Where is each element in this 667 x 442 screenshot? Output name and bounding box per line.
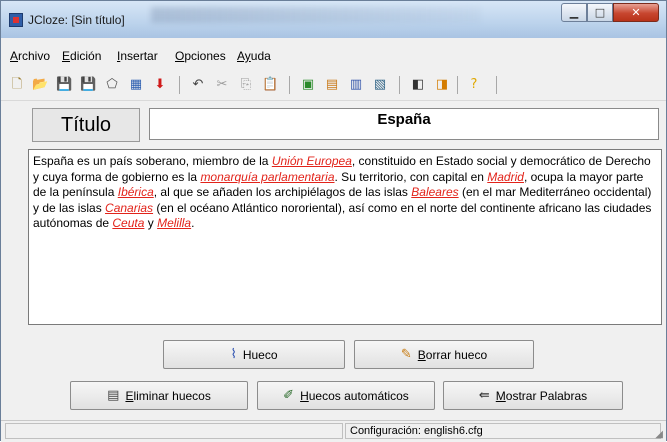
gap-marker-icon: ⌇ bbox=[230, 347, 237, 362]
copy-icon[interactable]: ⎘ bbox=[238, 77, 254, 93]
eraser-pen-icon: ✎ bbox=[400, 347, 412, 362]
tile-windows-icon[interactable]: ◧ bbox=[410, 77, 426, 93]
text-segment: . bbox=[191, 216, 195, 230]
eraser-icon[interactable]: ⬠ bbox=[104, 77, 120, 93]
gap-word[interactable]: Ceuta bbox=[112, 216, 144, 230]
delete-gap-label: Borrar hueco bbox=[417, 347, 488, 362]
text-segment: y bbox=[144, 216, 158, 230]
gap-word[interactable]: Madrid bbox=[487, 170, 524, 184]
gap-grid-icon[interactable]: ▦ bbox=[128, 77, 144, 93]
text-segment: España es un país soberano, miembro de l… bbox=[33, 154, 272, 168]
resize-grip-icon[interactable]: ◢ bbox=[655, 429, 663, 440]
title-bar-background bbox=[151, 7, 481, 23]
save-as-icon[interactable]: 💾 bbox=[80, 77, 96, 93]
toolbar-separator bbox=[289, 76, 290, 94]
gap-word[interactable]: Baleares bbox=[411, 185, 458, 199]
arrow-down-icon[interactable]: ⬇ bbox=[152, 77, 168, 93]
auto-gap-icon: ✐ bbox=[283, 388, 295, 403]
save-icon[interactable]: 💾 bbox=[56, 77, 72, 93]
app-window: JCloze: [Sin título] ▁ □ ✕ Archivo Edici… bbox=[0, 0, 667, 442]
show-words-icon: ⇚ bbox=[478, 388, 490, 403]
gap-words-icon[interactable]: ▧ bbox=[372, 77, 388, 93]
menu-bar: Archivo Edición Insertar Opciones Ayuda bbox=[1, 46, 666, 66]
toolbar-separator bbox=[496, 76, 497, 94]
title-bar[interactable]: JCloze: [Sin título] ▁ □ ✕ bbox=[1, 1, 666, 38]
show-words-label: Mostrar Palabras bbox=[495, 388, 588, 403]
gap-word[interactable]: Unión Europea bbox=[272, 154, 352, 168]
undo-icon[interactable]: ↶ bbox=[190, 77, 206, 93]
status-bar: Configuración: english6.cfg ◢ bbox=[1, 420, 666, 442]
title-label-button[interactable]: Título bbox=[32, 108, 140, 142]
config-icon[interactable]: ◨ bbox=[434, 77, 450, 93]
exercise-text-area[interactable]: España es un país soberano, miembro de l… bbox=[28, 149, 662, 325]
gap-button[interactable]: ⌇ Hueco bbox=[163, 340, 345, 369]
maximize-button[interactable]: □ bbox=[587, 3, 613, 22]
auto-gaps-button[interactable]: ✐ Huecos automáticos bbox=[257, 381, 435, 410]
menu-opciones[interactable]: Opciones bbox=[175, 49, 226, 63]
gap-word[interactable]: monarquía parlamentaria bbox=[200, 170, 334, 184]
help-icon[interactable]: ? bbox=[466, 77, 482, 93]
gap-word[interactable]: Ibérica bbox=[118, 185, 154, 199]
toolbar-separator bbox=[399, 76, 400, 94]
gap-word[interactable]: Canarias bbox=[105, 201, 153, 215]
list-remove-icon: ▤ bbox=[107, 388, 120, 403]
remove-gaps-label: Eliminar huecos bbox=[125, 388, 211, 403]
title-input[interactable]: España bbox=[149, 108, 659, 140]
text-segment: . Su territorio, con capital en bbox=[334, 169, 488, 184]
minimize-button[interactable]: ▁ bbox=[561, 3, 587, 22]
html-export-icon[interactable]: ▣ bbox=[300, 77, 316, 93]
delete-gap-button[interactable]: ✎ Borrar hueco bbox=[354, 340, 534, 369]
open-folder-icon[interactable]: 📂 bbox=[32, 77, 48, 93]
status-config: Configuración: english6.cfg bbox=[345, 423, 661, 439]
remove-gaps-button[interactable]: ▤ Eliminar huecos bbox=[70, 381, 248, 410]
menu-insertar[interactable]: Insertar bbox=[117, 49, 158, 63]
menu-ayuda[interactable]: Ayuda bbox=[237, 49, 271, 63]
close-button[interactable]: ✕ bbox=[613, 3, 659, 22]
app-icon[interactable] bbox=[9, 13, 23, 27]
toolbar-separator bbox=[457, 76, 458, 94]
cut-icon[interactable]: ✂ bbox=[214, 77, 230, 93]
show-words-button[interactable]: ⇚ Mostrar Palabras bbox=[443, 381, 623, 410]
text-segment: , al que se añaden los archipiélagos de … bbox=[153, 185, 412, 199]
html-export-alt-icon[interactable]: ▤ bbox=[324, 77, 340, 93]
gap-button-label: Hueco bbox=[242, 347, 278, 362]
new-file-icon[interactable]: 🗋 bbox=[9, 77, 25, 93]
status-cell-empty bbox=[5, 423, 343, 439]
toolbar-separator bbox=[179, 76, 180, 94]
window-title: JCloze: [Sin título] bbox=[28, 13, 125, 27]
gap-auto-icon[interactable]: ▥ bbox=[348, 77, 364, 93]
toolbar: 🗋 📂 💾 💾 ⬠ ▦ ⬇ ↶ ✂ ⎘ 📋 ▣ ▤ ▥ ▧ ◧ ◨? bbox=[1, 68, 666, 101]
menu-archivo[interactable]: Archivo bbox=[10, 49, 50, 63]
paste-icon[interactable]: 📋 bbox=[262, 77, 278, 93]
menu-edicion[interactable]: Edición bbox=[62, 49, 101, 63]
gap-word[interactable]: Melilla bbox=[157, 216, 191, 230]
auto-gaps-label: Huecos automáticos bbox=[300, 388, 409, 403]
